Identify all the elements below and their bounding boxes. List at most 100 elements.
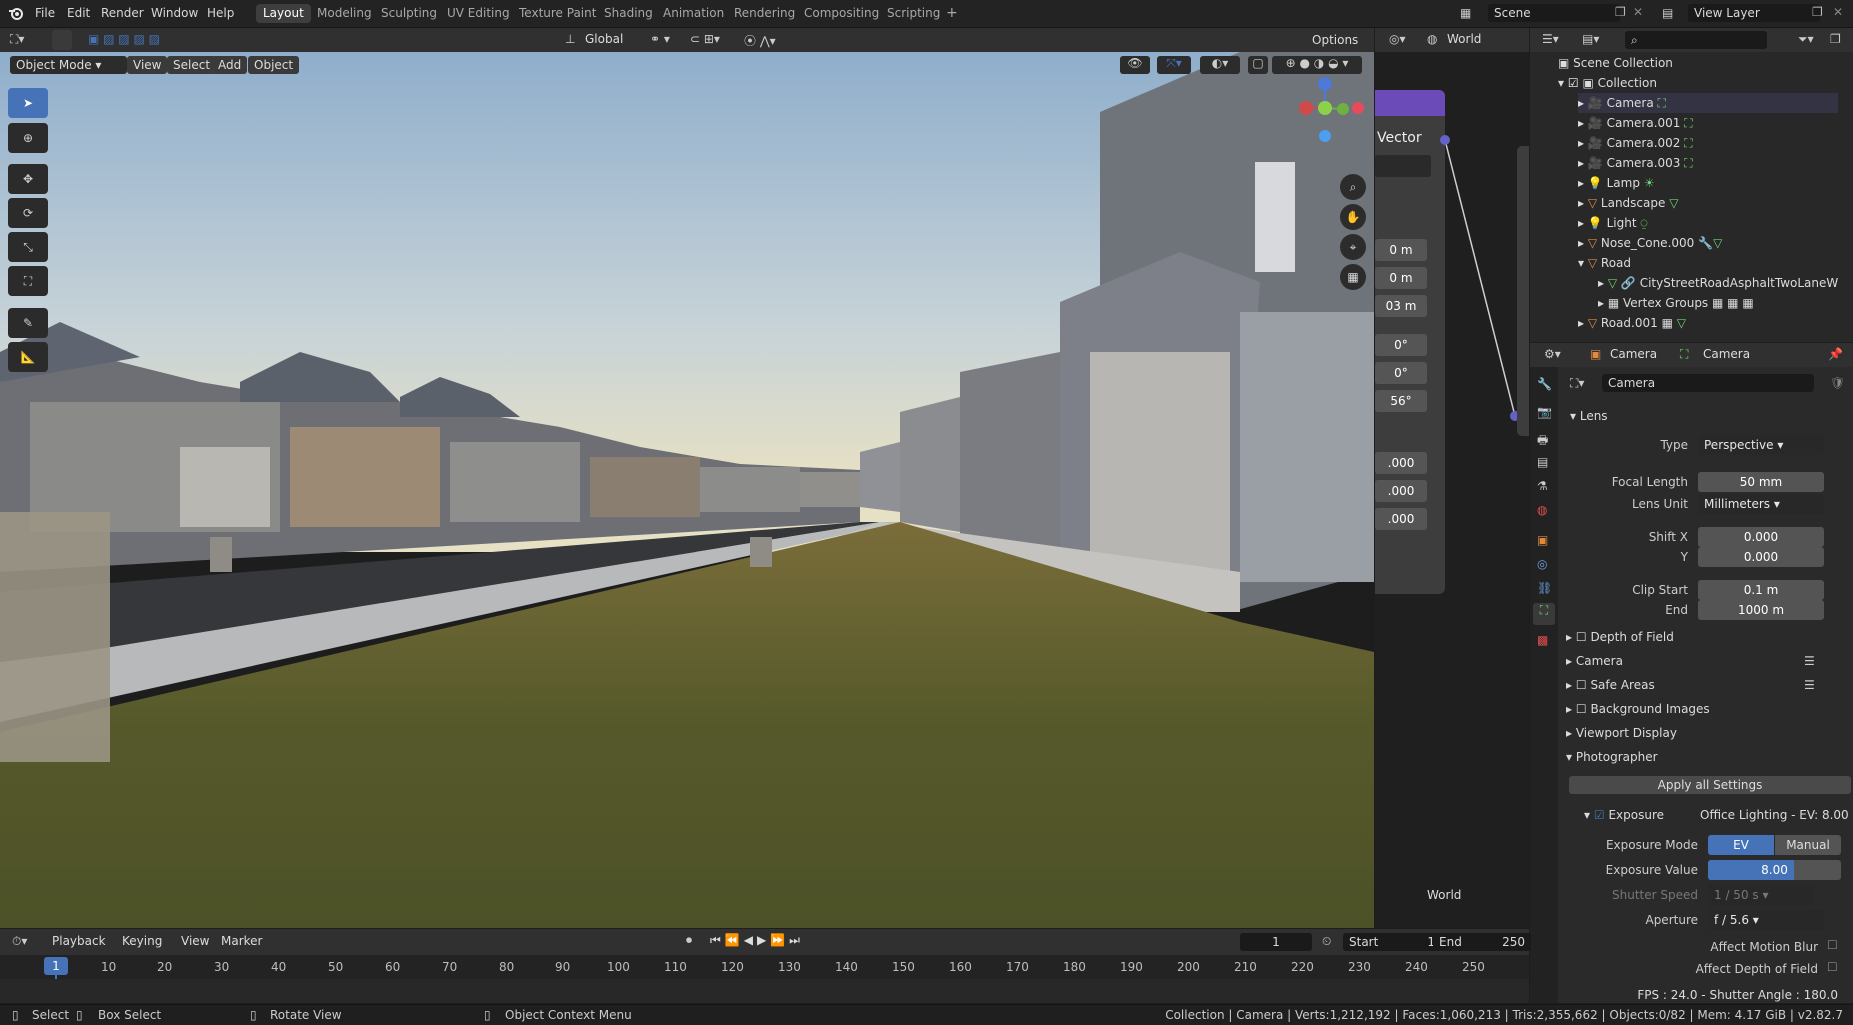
- record-icon[interactable]: ⏺: [686, 933, 692, 948]
- shutter-speed-dropdown[interactable]: 1 / 50 s ▾: [1708, 885, 1814, 905]
- camera-view-icon[interactable]: ⌖: [1340, 234, 1366, 260]
- outliner-item-camera-001[interactable]: ▸ 🎥 Camera.001 ⛶: [1578, 113, 1693, 133]
- exposure-mode-manual[interactable]: Manual: [1775, 835, 1841, 855]
- start-frame-field[interactable]: Start 1: [1343, 933, 1441, 951]
- exposure-checkbox-icon[interactable]: ☑: [1594, 808, 1605, 822]
- end-frame-field[interactable]: End 250: [1433, 933, 1531, 951]
- options-button[interactable]: Options: [1306, 31, 1364, 49]
- gizmo-toggle-icon[interactable]: ⤧▾: [1157, 56, 1191, 74]
- clip-start-field[interactable]: 0.1 m: [1698, 580, 1824, 600]
- menu-add[interactable]: Add: [212, 56, 248, 74]
- menu-object[interactable]: Object: [248, 56, 300, 74]
- current-frame-field[interactable]: 1: [1240, 933, 1312, 951]
- menu-help[interactable]: Help: [207, 4, 234, 23]
- timeline-track[interactable]: [0, 979, 1529, 1003]
- playback-controls-icons[interactable]: ⏮⏪◀▶⏩⏭: [710, 933, 804, 948]
- affect-motion-blur-checkbox[interactable]: ☐: [1827, 938, 1838, 952]
- new-view-layer-icon[interactable]: ❐: [1812, 5, 1823, 19]
- node-editor[interactable]: ◎▾ ◍ World Vector 0 m 0 m 03 m 0° 0° 56°…: [1375, 28, 1529, 928]
- outliner-item-vertex-groups[interactable]: ▸ ▦ Vertex Groups ▦ ▦ ▦: [1598, 293, 1754, 313]
- new-collection-icon[interactable]: ❐: [1830, 32, 1841, 46]
- tab-compositing[interactable]: Compositing: [797, 4, 886, 23]
- scene-field[interactable]: Scene: [1488, 4, 1620, 22]
- panel-background-images[interactable]: ▸ ☐ Background Images: [1566, 698, 1710, 720]
- output-node[interactable]: [1517, 146, 1529, 436]
- menu-select[interactable]: Select: [167, 56, 217, 74]
- view-layer-icon[interactable]: ▤: [1662, 6, 1673, 20]
- lens-unit-dropdown[interactable]: Millimeters ▾: [1698, 494, 1824, 514]
- select-tool-icon[interactable]: [52, 30, 72, 50]
- outliner-item-light[interactable]: ▸ 💡 Light ⍜: [1578, 213, 1648, 233]
- scene-icon[interactable]: ▦: [1460, 6, 1471, 20]
- view-layer-field[interactable]: View Layer: [1688, 4, 1820, 22]
- view-layer-tab-icon[interactable]: ▤: [1537, 455, 1548, 469]
- checkbox-icon[interactable]: ☐: [1576, 702, 1587, 716]
- panel-depth-of-field[interactable]: ▸ ☐ Depth of Field: [1566, 626, 1674, 648]
- overlays-icon[interactable]: ◐▾: [1200, 56, 1240, 74]
- select-box-tool[interactable]: ➤: [8, 88, 48, 118]
- outliner-item-camera-002[interactable]: ▸ 🎥 Camera.002 ⛶: [1578, 133, 1693, 153]
- editor-type-icon[interactable]: ⛶▾: [10, 32, 24, 47]
- menu-playback[interactable]: Playback: [52, 934, 106, 948]
- breadcrumb-data[interactable]: Camera: [1703, 347, 1750, 361]
- transform-tool[interactable]: ⛶: [8, 266, 48, 296]
- outliner-item-road-001[interactable]: ▸ ▽ Road.001 ▦ ▽: [1578, 313, 1686, 333]
- world-tab-icon[interactable]: ◍: [1537, 503, 1547, 517]
- tab-uv-editing[interactable]: UV Editing: [440, 4, 517, 23]
- transform-orientation-dropdown[interactable]: Global: [585, 32, 623, 46]
- outliner-item-road[interactable]: ▾ ▽ Road: [1578, 253, 1631, 273]
- move-tool[interactable]: ✥: [8, 164, 48, 194]
- outliner-item-road-mesh[interactable]: ▸ ▽ 🔗 CityStreetRoadAsphaltTwoLaneW: [1598, 273, 1838, 293]
- annotate-tool[interactable]: ✎: [8, 308, 48, 338]
- outliner-type-icon[interactable]: ☰▾: [1542, 32, 1559, 46]
- menu-marker[interactable]: Marker: [221, 934, 262, 948]
- render-tab-icon[interactable]: 📷: [1537, 405, 1552, 419]
- preset-list-icon[interactable]: ☰: [1804, 654, 1815, 668]
- scale-tool[interactable]: ⤡: [8, 232, 48, 262]
- aperture-dropdown[interactable]: f / 5.6 ▾: [1708, 910, 1824, 930]
- close-scene-icon[interactable]: ✕: [1633, 5, 1643, 19]
- menu-file[interactable]: File: [35, 4, 55, 23]
- close-view-layer-icon[interactable]: ✕: [1833, 5, 1843, 19]
- tab-layout[interactable]: Layout: [256, 4, 311, 23]
- properties-type-icon[interactable]: ⚙▾: [1544, 347, 1561, 361]
- clip-end-field[interactable]: 1000 m: [1698, 600, 1824, 620]
- output-tab-icon[interactable]: 🖶: [1537, 431, 1548, 452]
- pin-icon[interactable]: 📌: [1828, 347, 1843, 361]
- menu-render[interactable]: Render: [101, 4, 144, 23]
- tab-modeling[interactable]: Modeling: [310, 4, 379, 23]
- shift-x-field[interactable]: 0.000: [1698, 527, 1824, 547]
- panel-viewport-display[interactable]: ▸ Viewport Display: [1566, 722, 1677, 744]
- object-mode-dropdown[interactable]: Object Mode ▾: [10, 56, 127, 74]
- outliner-collection[interactable]: ▾ ☑ ▣ Collection: [1558, 73, 1657, 93]
- blender-logo-icon[interactable]: [8, 5, 24, 21]
- tab-animation[interactable]: Animation: [656, 4, 731, 23]
- menu-edit[interactable]: Edit: [67, 4, 90, 23]
- panel-photographer[interactable]: ▾ Photographer: [1566, 746, 1658, 768]
- menu-view[interactable]: View: [127, 56, 168, 74]
- checkbox-icon[interactable]: ☐: [1576, 630, 1587, 644]
- type-dropdown[interactable]: Perspective ▾: [1698, 435, 1824, 455]
- shading-mode-icons[interactable]: ⊕ ● ◑ ◒ ▾: [1272, 56, 1362, 74]
- snap-icon[interactable]: ⊂ ⊞▾: [690, 32, 720, 46]
- affect-dof-checkbox[interactable]: ☐: [1827, 960, 1838, 974]
- select-mode-icons[interactable]: ▣ ▨ ▨ ▨ ▨: [88, 32, 160, 46]
- viewport-3d[interactable]: Object Mode ▾ View Select Add Object 👁 ⤧…: [0, 52, 1374, 928]
- navigation-gizmo[interactable]: [1288, 74, 1368, 164]
- playhead[interactable]: 1: [44, 957, 68, 975]
- timeline-type-icon[interactable]: ⏱▾: [12, 934, 27, 949]
- new-scene-icon[interactable]: ❐: [1615, 5, 1626, 19]
- checkbox-icon[interactable]: ☑: [1568, 76, 1579, 90]
- camera-datablock-icon[interactable]: ⛶▾: [1570, 376, 1584, 391]
- tab-scripting[interactable]: Scripting: [880, 4, 947, 23]
- rotate-tool[interactable]: ⟳: [8, 198, 48, 228]
- outliner-item-camera-003[interactable]: ▸ 🎥 Camera.003 ⛶: [1578, 153, 1693, 173]
- timer-icon[interactable]: ⏲: [1322, 934, 1331, 949]
- outliner-item-nose-cone[interactable]: ▸ ▽ Nose_Cone.000 🔧▽: [1578, 233, 1722, 253]
- measure-tool[interactable]: 📐: [8, 342, 48, 372]
- zoom-icon[interactable]: ⌕: [1340, 174, 1366, 200]
- display-mode-icon[interactable]: ▤▾: [1582, 32, 1599, 46]
- tab-rendering[interactable]: Rendering: [727, 4, 802, 23]
- pan-hand-icon[interactable]: ✋: [1340, 204, 1366, 230]
- exposure-subpanel[interactable]: ▾ ☑ Exposure: [1584, 808, 1664, 822]
